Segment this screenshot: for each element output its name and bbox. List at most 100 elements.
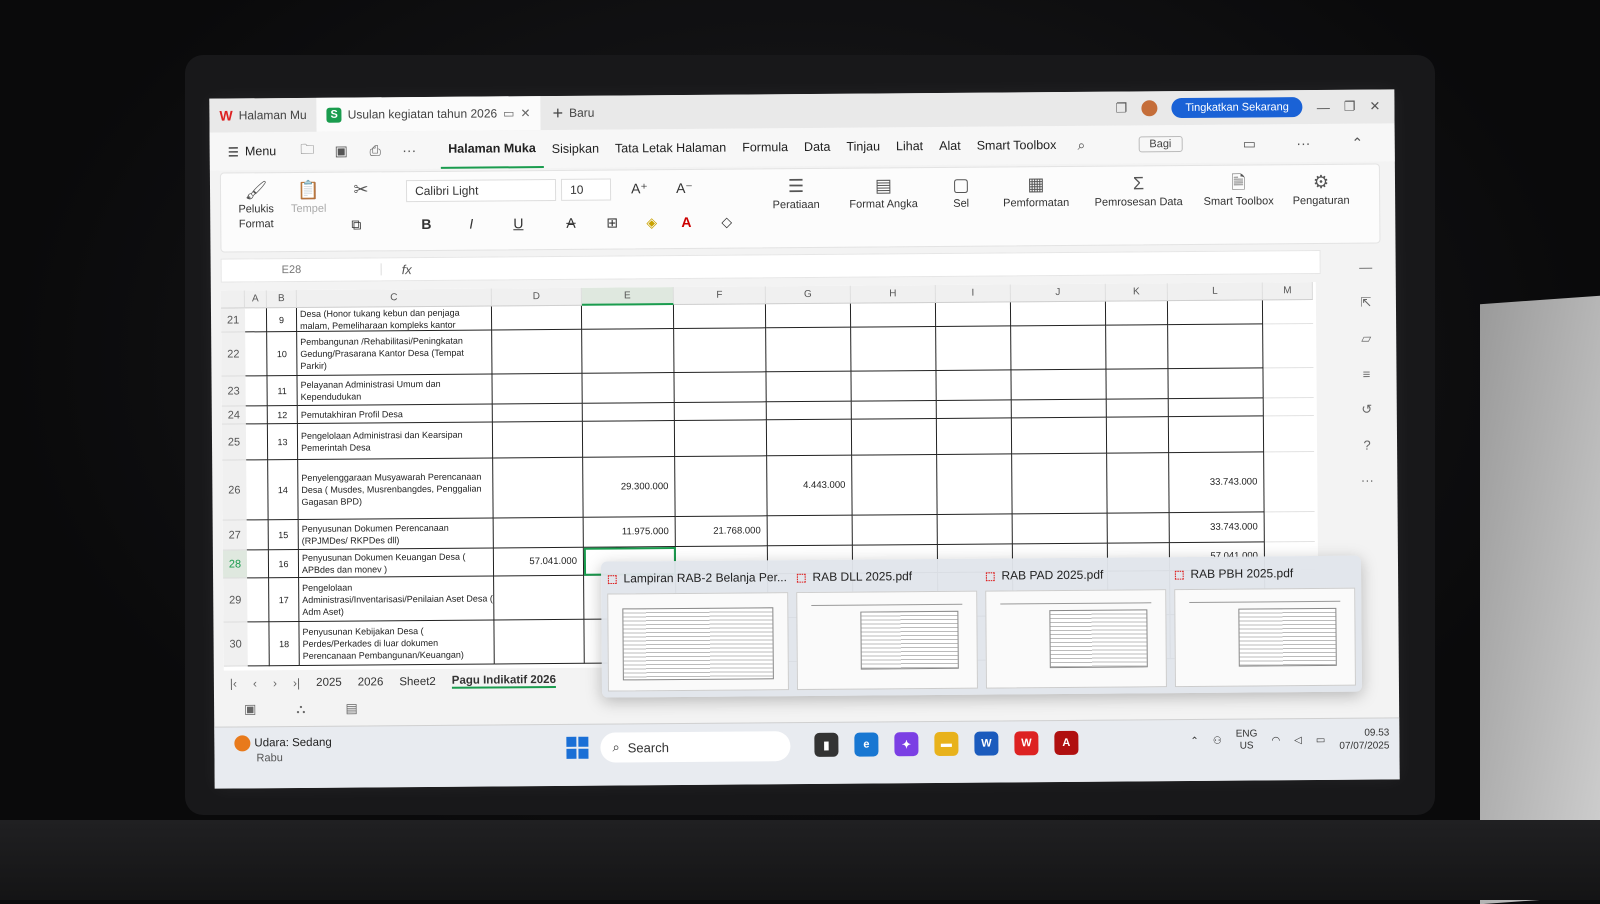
cell-description[interactable]: Penyusunan Dokumen Keuangan Desa ( APBde… bbox=[298, 548, 495, 578]
cell-m[interactable] bbox=[1263, 368, 1314, 399]
main-menu-button[interactable]: ☰ Menu bbox=[210, 144, 291, 160]
cell-e[interactable] bbox=[582, 403, 675, 422]
cell-description[interactable]: Desa (Honor tukang kebun dan penjaga mal… bbox=[296, 306, 493, 332]
macro-icon[interactable]: ⛬ bbox=[296, 701, 305, 717]
cell-e[interactable] bbox=[581, 305, 675, 330]
cell-j[interactable] bbox=[1012, 453, 1108, 515]
cell-i[interactable] bbox=[936, 326, 1012, 371]
print-icon[interactable]: ⎙ bbox=[358, 142, 392, 159]
column-header-i[interactable]: I bbox=[935, 284, 1011, 303]
taskbar-search[interactable]: ⌕ Search bbox=[600, 731, 791, 763]
sheet-tab-2026[interactable]: 2026 bbox=[358, 676, 384, 688]
cell-g[interactable] bbox=[767, 515, 853, 547]
search-icon[interactable]: ⌕ bbox=[1064, 136, 1098, 153]
copilot-icon[interactable]: ✦ bbox=[894, 732, 919, 757]
number-format-button[interactable]: ▤ Format Angka bbox=[841, 175, 926, 213]
cell-m[interactable] bbox=[1263, 415, 1315, 453]
column-header-j[interactable]: J bbox=[1010, 283, 1106, 303]
thumbnail-item[interactable]: ⬚ RAB DLL 2025.pdf bbox=[796, 565, 978, 691]
cell-k[interactable] bbox=[1107, 453, 1170, 514]
cell-g[interactable] bbox=[766, 401, 852, 421]
alignment-button[interactable]: ☰ Peratiaan bbox=[766, 176, 826, 213]
column-header-h[interactable]: H bbox=[850, 284, 936, 304]
cell-k[interactable] bbox=[1106, 399, 1169, 418]
minimize-icon[interactable]: — bbox=[1317, 99, 1330, 114]
column-header-d[interactable]: D bbox=[491, 287, 582, 307]
row-header[interactable]: 22 bbox=[221, 332, 246, 377]
cell-d[interactable] bbox=[491, 305, 583, 331]
cell-f[interactable] bbox=[674, 420, 768, 458]
cell-d[interactable] bbox=[492, 421, 584, 459]
smart-toolbox-button[interactable]: 🗎 Smart Toolbox bbox=[1201, 173, 1276, 210]
cell-l[interactable]: 33.743.000 bbox=[1169, 512, 1265, 544]
thumbnail-item[interactable]: ⬚ RAB PBH 2025.pdf bbox=[1174, 562, 1356, 688]
cell-h[interactable] bbox=[851, 400, 937, 420]
acrobat-icon[interactable]: A bbox=[1054, 730, 1079, 756]
cell-i[interactable] bbox=[937, 454, 1013, 515]
cell-m[interactable] bbox=[1263, 397, 1314, 417]
column-header-b[interactable]: B bbox=[266, 289, 297, 309]
open-folder-icon[interactable]: 🗀 bbox=[290, 139, 324, 163]
cell-f[interactable]: 21.768.000 bbox=[675, 516, 768, 548]
tab-formula[interactable]: Formula bbox=[734, 128, 796, 166]
row-header[interactable]: 30 bbox=[223, 622, 248, 667]
cell-description[interactable]: Penyusunan Dokumen Perencanaan (RPJMDes/… bbox=[298, 518, 494, 550]
cell-i[interactable] bbox=[937, 514, 1013, 545]
fill-color-icon[interactable]: ◈ bbox=[646, 214, 657, 231]
cell-f[interactable] bbox=[673, 304, 767, 330]
cell-a[interactable] bbox=[246, 550, 270, 579]
row-header[interactable]: 29 bbox=[223, 578, 248, 623]
maximize-icon[interactable]: ❐ bbox=[1344, 99, 1356, 115]
cell-k[interactable] bbox=[1105, 301, 1169, 326]
cell-h[interactable] bbox=[852, 454, 938, 516]
cell-a[interactable] bbox=[245, 424, 269, 461]
cell-j[interactable] bbox=[1011, 369, 1107, 401]
tray-app-icon[interactable]: ⚇ bbox=[1213, 735, 1222, 746]
tab-tinjau[interactable]: Tinjau bbox=[838, 127, 888, 165]
font-size-select[interactable]: 10 bbox=[560, 178, 612, 201]
cell-k[interactable] bbox=[1106, 417, 1170, 454]
cell-m[interactable] bbox=[1262, 300, 1314, 325]
close-window-icon[interactable]: ✕ bbox=[1369, 98, 1380, 114]
font-color-icon[interactable]: A bbox=[681, 214, 691, 230]
column-header-l[interactable]: L bbox=[1167, 282, 1263, 302]
help-icon[interactable]: ? bbox=[1363, 438, 1370, 453]
cell-m[interactable] bbox=[1264, 451, 1315, 513]
cell-e[interactable]: 29.300.000 bbox=[583, 457, 676, 518]
thumbnail-item[interactable]: ⬚ Lampiran RAB-2 Belanja Per... bbox=[607, 566, 789, 692]
cell-no[interactable]: 11 bbox=[267, 375, 298, 407]
cell-m[interactable] bbox=[1263, 324, 1314, 369]
cell-h[interactable] bbox=[852, 514, 938, 546]
strikethrough-icon[interactable]: A bbox=[566, 215, 575, 231]
word-icon[interactable]: W bbox=[974, 731, 999, 756]
cell-l[interactable] bbox=[1168, 398, 1264, 418]
cursor-select-icon[interactable]: ⇱ bbox=[1360, 295, 1371, 311]
cell-a[interactable] bbox=[245, 406, 268, 425]
decrease-font-icon[interactable]: A⁻ bbox=[676, 180, 693, 197]
cell-no[interactable]: 10 bbox=[267, 331, 298, 377]
column-header-c[interactable]: C bbox=[296, 288, 492, 308]
column-header-f[interactable]: F bbox=[673, 286, 766, 306]
next-sheet-icon[interactable]: › bbox=[273, 676, 277, 690]
cell-f[interactable] bbox=[674, 328, 767, 374]
tab-document[interactable]: S Usulan kegiatan tahun 2026 ▭ ✕ bbox=[316, 96, 541, 132]
cell-no[interactable]: 14 bbox=[268, 459, 299, 521]
more-icon[interactable]: ··· bbox=[1286, 135, 1320, 151]
cell-no[interactable]: 12 bbox=[267, 405, 298, 425]
cell-h[interactable] bbox=[851, 326, 937, 372]
cell-g[interactable]: 4.443.000 bbox=[767, 455, 853, 517]
cell-a[interactable] bbox=[247, 578, 270, 623]
more-side-icon[interactable]: ··· bbox=[1361, 473, 1374, 488]
cell-a[interactable] bbox=[247, 622, 270, 667]
share-button[interactable]: Bagi bbox=[1138, 136, 1183, 153]
cell-a[interactable] bbox=[245, 332, 268, 377]
task-view-icon[interactable]: ▮ bbox=[814, 732, 839, 757]
cell-e[interactable]: 11.975.000 bbox=[583, 517, 676, 548]
cell-description[interactable]: Pelayanan Administrasi Umum dan Kependud… bbox=[297, 374, 493, 406]
bookmark-icon[interactable]: ▱ bbox=[1361, 331, 1371, 347]
cell-a[interactable] bbox=[244, 308, 268, 333]
increase-font-icon[interactable]: A⁺ bbox=[631, 180, 648, 197]
format-painter-button[interactable]: 🖌 Pelukis Format bbox=[231, 180, 281, 232]
cell-description[interactable]: Penyelenggaraan Musyawarah Perencanaan D… bbox=[298, 458, 494, 520]
cell-f[interactable] bbox=[674, 402, 767, 422]
